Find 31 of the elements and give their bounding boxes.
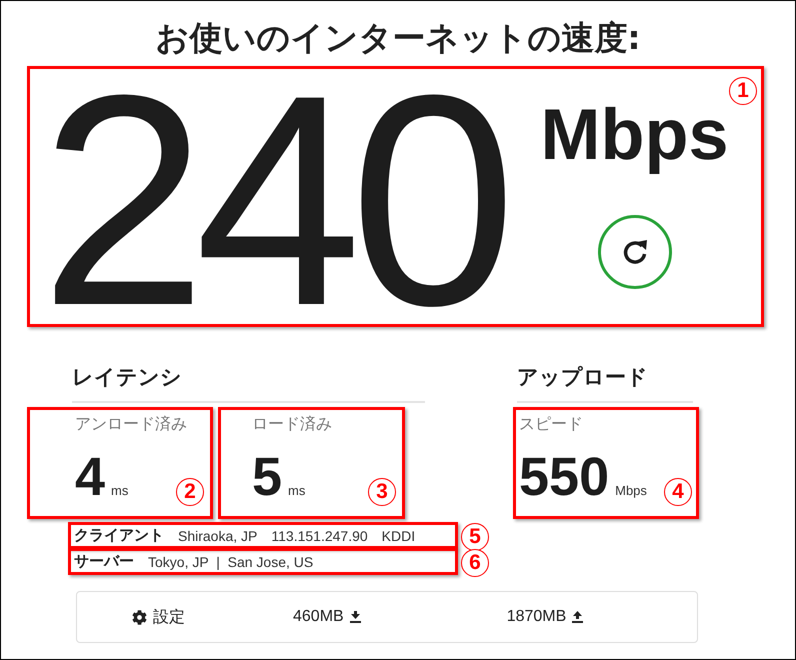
metric-value: 5 bbox=[252, 450, 282, 504]
settings-icon[interactable] bbox=[132, 610, 147, 624]
metric-value: 550 bbox=[519, 450, 610, 504]
info-label: サーバー bbox=[74, 552, 134, 571]
download-arrow-icon bbox=[350, 611, 361, 623]
annotation-number: 4 bbox=[664, 478, 692, 506]
section-heading: アップロード bbox=[517, 363, 693, 403]
info-value: KDDI bbox=[382, 528, 416, 544]
annotation-number: 1 bbox=[729, 77, 757, 105]
metric-unit: ms bbox=[288, 483, 306, 498]
section-heading: レイテンシ bbox=[72, 363, 425, 403]
download-speed: 240 bbox=[40, 83, 505, 317]
annotation-number: 2 bbox=[176, 478, 204, 506]
metric-label: ロード済み bbox=[252, 414, 333, 435]
metric-unit: ms bbox=[111, 483, 128, 498]
settings-link[interactable]: 設定 bbox=[153, 606, 185, 628]
info-label: クライアント bbox=[74, 526, 164, 545]
info-value: Shiraoka, JP bbox=[178, 528, 258, 544]
upload-size: 1870MB bbox=[506, 608, 566, 626]
annotation-number: 5 bbox=[461, 523, 489, 551]
annotation-number: 3 bbox=[368, 478, 396, 506]
info-value: 113.151.247.90 bbox=[271, 528, 368, 544]
metric-unit: Mbps bbox=[615, 483, 647, 498]
download-size: 460MB bbox=[293, 608, 344, 626]
metric-label: スピード bbox=[519, 415, 584, 435]
page-title: お使いのインターネットの速度: bbox=[154, 17, 642, 59]
info-value: Tokyo, JP | San Jose, US bbox=[148, 554, 314, 570]
metric-value: 4 bbox=[75, 450, 106, 504]
upload-arrow-icon bbox=[572, 611, 584, 623]
annotation-number: 6 bbox=[461, 549, 489, 577]
metric-label: アンロード済み bbox=[75, 414, 188, 435]
